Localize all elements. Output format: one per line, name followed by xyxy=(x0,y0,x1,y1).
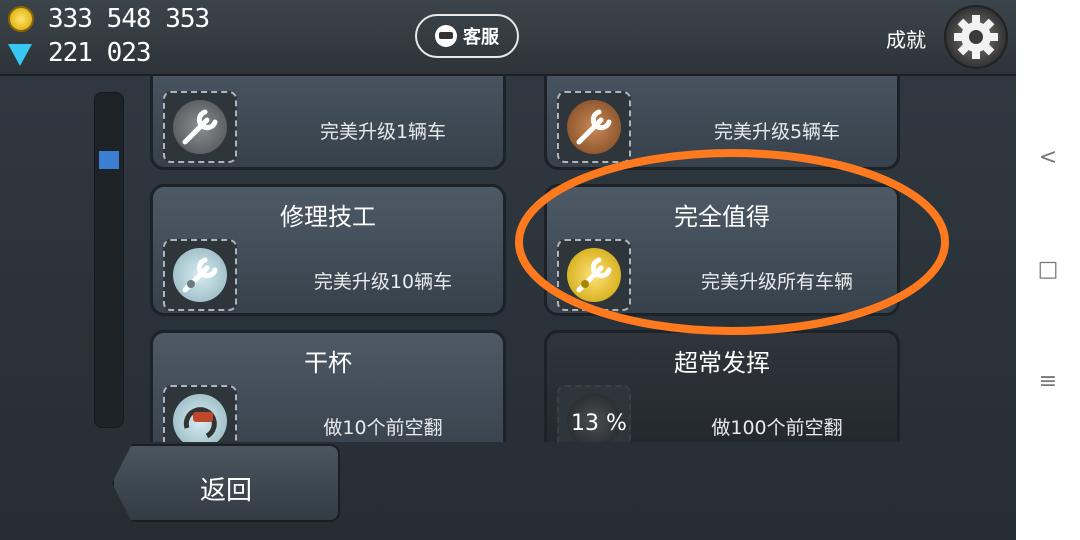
achievement-card-upgrade-5[interactable]: 完美升级5辆车 xyxy=(544,74,900,170)
medal-badge xyxy=(163,239,237,311)
gem-balance: 221 023 xyxy=(8,38,152,68)
achievement-card-outstanding[interactable]: 超常发挥 13 % 做100个前空翻 xyxy=(544,330,900,442)
achievement-title: 完全值得 xyxy=(674,203,770,231)
nav-back-button[interactable]: < xyxy=(1036,146,1060,170)
coin-icon xyxy=(8,6,34,32)
wrench-icon xyxy=(182,109,218,145)
achievement-card-upgrade-1[interactable]: 完美升级1辆车 xyxy=(150,74,506,170)
top-bar: 333 548 353 221 023 客服 成就 xyxy=(0,0,1016,76)
achievement-card-cheers[interactable]: 干杯 做10个前空翻 xyxy=(150,330,506,442)
customer-service-button[interactable]: 客服 xyxy=(415,14,519,58)
achievement-desc: 完美升级1辆车 xyxy=(319,121,447,143)
achievement-desc: 做100个前空翻 xyxy=(711,417,843,439)
achievement-desc: 完美升级所有车辆 xyxy=(700,271,853,293)
achievement-desc: 完美升级10辆车 xyxy=(313,271,453,293)
achievement-title: 干杯 xyxy=(304,349,352,377)
medal-badge xyxy=(557,239,631,311)
customer-service-label: 客服 xyxy=(463,27,499,48)
coin-balance: 333 548 353 xyxy=(8,4,210,34)
back-label: 返回 xyxy=(200,476,253,506)
scroll-thumb[interactable] xyxy=(99,151,119,169)
coin-count: 333 548 353 xyxy=(48,4,210,34)
medal-badge: 13 % xyxy=(557,385,631,442)
achievement-list[interactable]: 完美升级1辆车 完美升级5辆车 修理技工 完美升级10辆车 完全值得 完美升级所… xyxy=(145,74,905,442)
nav-menu-button[interactable]: ≡ xyxy=(1036,370,1060,394)
achievement-title: 修理技工 xyxy=(280,203,376,231)
nav-home-button[interactable]: □ xyxy=(1036,258,1060,282)
gem-count: 221 023 xyxy=(48,38,152,68)
gem-icon xyxy=(8,44,32,66)
achievement-title: 超常发挥 xyxy=(674,349,770,377)
settings-gear-button[interactable] xyxy=(944,5,1008,69)
back-button[interactable]: 返回 xyxy=(112,444,340,522)
medal-badge xyxy=(163,385,237,442)
wrench-icon xyxy=(576,257,612,293)
achievement-progress: 13 % xyxy=(571,411,627,436)
mascot-icon xyxy=(435,25,457,47)
system-nav-bar: < □ ≡ xyxy=(1016,0,1080,540)
gear-icon xyxy=(954,15,998,59)
medal-badge xyxy=(163,91,237,163)
scrollbar[interactable] xyxy=(94,92,124,428)
achievements-label: 成就 xyxy=(886,28,926,52)
game-screen: 333 548 353 221 023 客服 成就 完美升级1辆车 完美升级5辆… xyxy=(0,0,1016,540)
flip-arrow-icon xyxy=(183,407,217,439)
achievement-desc: 完美升级5辆车 xyxy=(713,121,841,143)
wrench-icon xyxy=(182,257,218,293)
achievement-card-worth-it[interactable]: 完全值得 完美升级所有车辆 xyxy=(544,184,900,316)
wrench-icon xyxy=(576,109,612,145)
medal-badge xyxy=(557,91,631,163)
achievement-desc: 做10个前空翻 xyxy=(323,417,443,439)
achievement-card-mechanic[interactable]: 修理技工 完美升级10辆车 xyxy=(150,184,506,316)
